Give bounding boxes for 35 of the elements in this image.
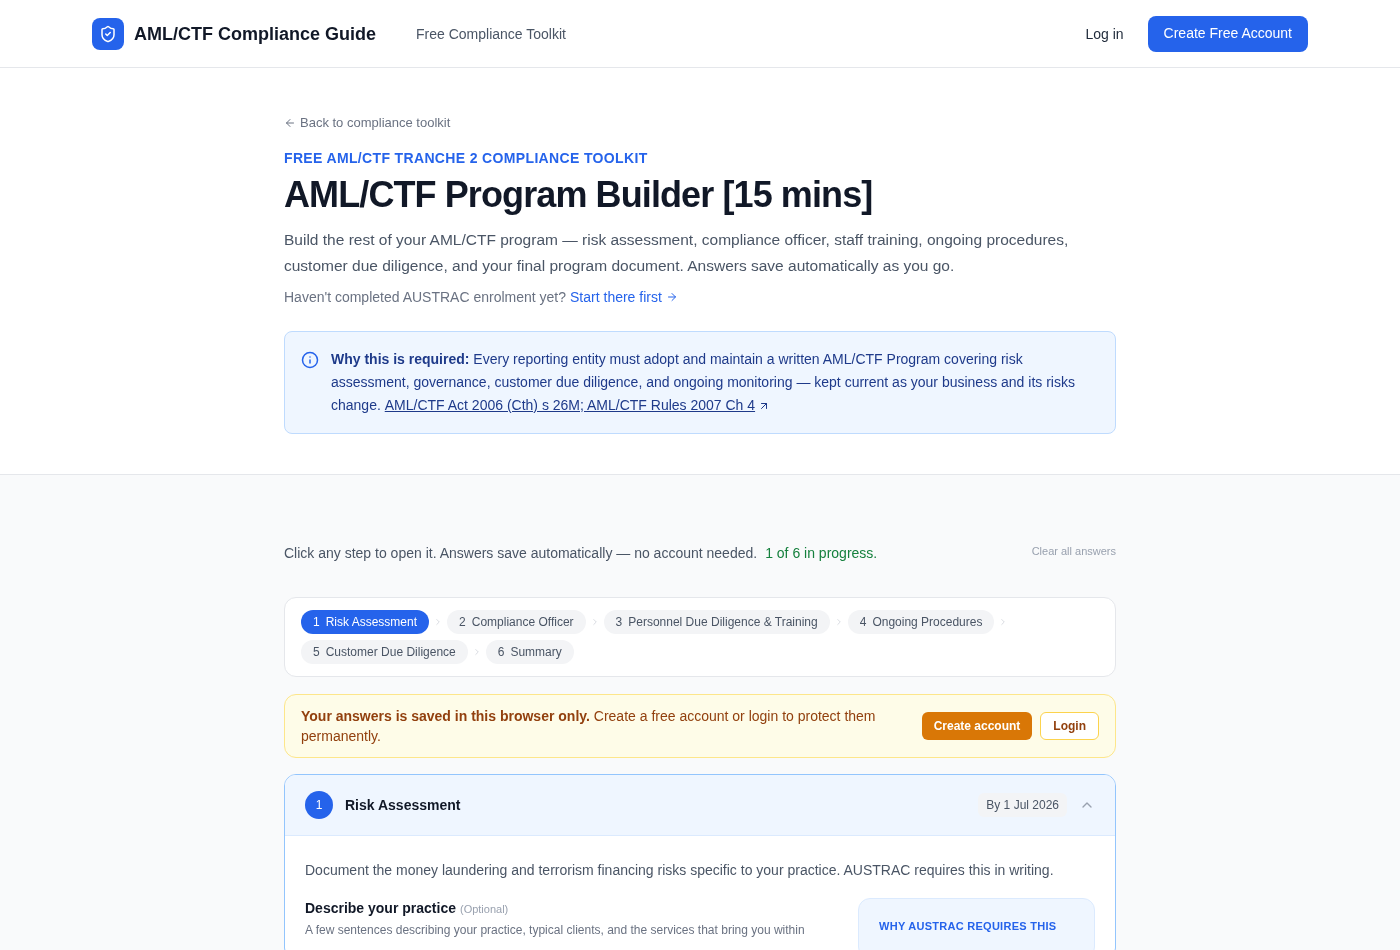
due-date-badge: By 1 Jul 2026 [978,793,1067,817]
login-link[interactable]: Log in [1085,23,1124,44]
step-number: 1 [305,791,333,819]
progress-status: 1 of 6 in progress. [765,544,878,563]
field-label: Describe your practice [305,899,456,918]
step-description: Document the money laundering and terrorism financing risks specific to your practice. AUSTRAC requires this in writing. [305,861,1055,880]
step-tab[interactable]: 5 Customer Due Diligence [301,640,468,664]
arrow-left-icon [284,117,296,129]
login-button[interactable]: Login [1040,712,1099,740]
citation-link[interactable]: AML/CTF Act 2006 (Cth) s 26M; AML/CTF Rules 2007 Ch 4 [384,394,771,417]
optional-label: (Optional) [459,902,509,917]
step-tab[interactable]: 1 Risk Assessment [301,610,430,634]
step-header[interactable]: 1 Risk Assessment By 1 Jul 2026 [285,775,1115,836]
arrow-right-icon [665,291,678,303]
save-warning-text: Your answers is saved in this browser only. Create a free account or login to protect them permanently. [301,707,877,746]
step-tab[interactable]: 6 Summary [485,640,574,664]
requirement-text: Why this is required: Every reporting entity must adopt and maintain a written AML/CTF Program covering risk assessment, governance, customer due diligence, and ongoing monitoring — kept current as your business and its risks change. AML/CTF Act 2006 (Cth) s 26M; AML/CTF Rules 2007 Ch 4 [331,348,1099,417]
nav-link[interactable]: Free Compliance Toolkit [416,23,566,44]
shield-check-icon [92,17,124,50]
sidebar-heading: WHY AUSTRAC REQUIRES THIS [879,919,1058,934]
site-title: AML/CTF Compliance Guide [134,22,376,46]
progress-instructions: Click any step to open it. Answers save automatically — no account needed. [284,544,758,563]
enrolment-prompt: Haven't completed AUSTRAC enrolment yet? [284,288,567,307]
step-title: Risk Assessment [345,795,461,815]
eyebrow-label: FREE AML/CTF TRANCHE 2 COMPLIANCE TOOLKIT [284,149,648,168]
step-tab[interactable]: 4 Ongoing Procedures [847,610,995,634]
step-tab[interactable]: 3 Personnel Due Diligence & Training [603,610,830,634]
field-hint: A few sentences describing your practice, typical clients, and the services that bring you within [305,922,806,939]
create-account-button[interactable]: Create Free Account [1147,15,1308,52]
page-title: AML/CTF Program Builder [15 mins] [284,173,873,217]
page-description: Build the rest of your AML/CTF program — risk assessment, compliance officer, staff training, ongoing procedures, customer due diligence, and your final program document. Answers save automatically as you go. [284,230,1070,276]
start-link[interactable]: Start there first [570,287,678,307]
back-link[interactable]: Back to compliance toolkit [284,113,451,133]
info-icon [301,351,319,369]
step-tab[interactable]: 2 Compliance Officer [447,610,586,634]
